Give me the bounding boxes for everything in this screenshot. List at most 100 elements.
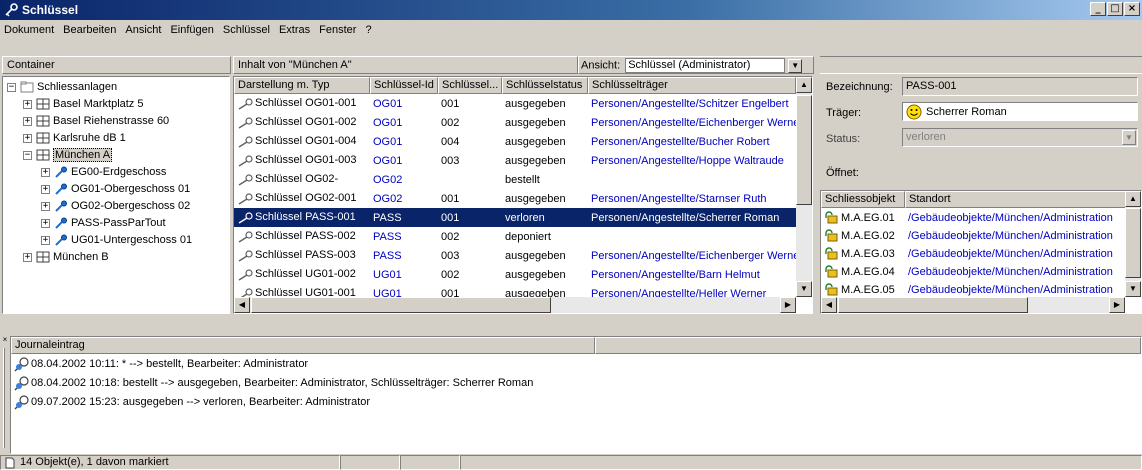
- object-row[interactable]: M.A.EG.04/Gebäudeobjekte/München/Adminis…: [821, 262, 1125, 281]
- menu-fenster[interactable]: Fenster: [319, 24, 356, 36]
- scroll-down-icon[interactable]: ▼: [1125, 281, 1141, 297]
- column-header-schliessobjekt[interactable]: Schliessobjekt: [821, 191, 905, 208]
- column-header-traeger[interactable]: Schlüsselträger: [588, 77, 796, 94]
- key-blue-icon: [55, 234, 67, 246]
- menu-dokument[interactable]: Dokument: [4, 24, 54, 36]
- cell-standort: /Gebäudeobjekte/München/Administration: [908, 247, 1113, 260]
- scroll-left-icon[interactable]: ◀: [234, 297, 250, 313]
- building-icon: [36, 149, 50, 161]
- scroll-up-icon[interactable]: ▲: [1125, 191, 1141, 207]
- expand-icon[interactable]: +: [41, 167, 50, 177]
- tree-item-ug01[interactable]: + UG01-Untergeschoss 01: [41, 232, 192, 248]
- column-header-standort[interactable]: Standort: [905, 191, 1127, 208]
- maximize-button[interactable]: □: [1107, 2, 1123, 16]
- table-row[interactable]: Schlüssel PASS-002 PASS 002 deponiert: [234, 227, 796, 246]
- table-row[interactable]: Schlüssel OG01-003 OG01 003 ausgegeben Perso…: [234, 151, 796, 170]
- chevron-down-icon[interactable]: ▼: [1122, 130, 1136, 145]
- table-row[interactable]: Schlüssel OG02-001 OG02 001 ausgegeben Perso…: [234, 189, 796, 208]
- cell-darstellung: Schlüssel OG01-004: [234, 135, 370, 147]
- expand-icon[interactable]: +: [23, 252, 32, 262]
- bezeichnung-field[interactable]: PASS-001: [902, 77, 1138, 96]
- column-header-schluessel-nr[interactable]: Schlüssel...: [438, 77, 502, 94]
- cell-schluessel-id: OG02: [373, 192, 403, 205]
- traeger-field[interactable]: Scherrer Roman: [902, 102, 1138, 121]
- building-icon: [36, 251, 50, 263]
- column-header-status[interactable]: Schlüsselstatus: [502, 77, 588, 94]
- tree-item-pass[interactable]: + PASS-PassParTout: [41, 215, 166, 231]
- table-row[interactable]: Schlüssel OG01-002 OG01 002 ausgegeben Perso…: [234, 113, 796, 132]
- collapse-icon[interactable]: −: [7, 82, 16, 92]
- cell-traeger: Personen/Angestellte/Eichenberger Werner: [591, 116, 796, 129]
- cell-status: ausgegeben: [505, 249, 566, 262]
- tree-item-karlsruhe[interactable]: + Karlsruhe dB 1: [23, 130, 126, 146]
- view-select[interactable]: Schlüssel (Administrator): [625, 58, 786, 73]
- objects-vscroll-thumb[interactable]: [1125, 208, 1141, 278]
- expand-icon[interactable]: +: [23, 133, 32, 143]
- table-row[interactable]: Schlüssel OG01-001 OG01 001 ausgegeben Perso…: [234, 94, 796, 113]
- objects-hscroll[interactable]: ◀ ▶: [821, 297, 1125, 313]
- expand-icon[interactable]: +: [41, 235, 50, 245]
- table-vscroll[interactable]: ▲ ▼: [796, 77, 812, 297]
- menu-bearbeiten[interactable]: Bearbeiten: [63, 24, 116, 36]
- journal-entry[interactable]: 08.04.2002 10:11: * --> bestellt, Bearbe…: [13, 355, 308, 373]
- tree-item-muenchen-a[interactable]: − München A: [23, 147, 113, 163]
- menu-schluessel[interactable]: Schlüssel: [223, 24, 270, 36]
- table-row[interactable]: Schlüssel PASS-001 PASS 001 verloren Persone…: [234, 208, 796, 227]
- key-name: Schlüssel OG01-003: [255, 154, 357, 167]
- menu-help[interactable]: ?: [365, 24, 371, 36]
- table-hscroll-thumb[interactable]: [251, 297, 551, 313]
- status-field[interactable]: verloren ▼: [902, 128, 1138, 147]
- table-row[interactable]: Schlüssel OG01-004 OG01 004 ausgegeben Perso…: [234, 132, 796, 151]
- tree-item-basel-riehenstrasse[interactable]: + Basel Riehenstrasse 60: [23, 113, 169, 129]
- table-row[interactable]: Schlüssel UG01-002 UG01 002 ausgegeben Perso…: [234, 265, 796, 284]
- traeger-label: Träger:: [826, 107, 862, 119]
- menu-ansicht[interactable]: Ansicht: [125, 24, 161, 36]
- close-icon[interactable]: ×: [1, 336, 9, 344]
- door-lock-icon: [825, 229, 838, 242]
- scroll-up-icon[interactable]: ▲: [796, 77, 812, 93]
- chevron-down-icon[interactable]: ▼: [788, 58, 803, 73]
- journal-handle: ×: [0, 334, 10, 454]
- menu-einfuegen[interactable]: Einfügen: [170, 24, 213, 36]
- objects-vscroll[interactable]: ▲ ▼: [1125, 191, 1141, 297]
- scroll-down-icon[interactable]: ▼: [796, 281, 812, 297]
- tree-item-og02[interactable]: + OG02-Obergeschoss 02: [41, 198, 190, 214]
- cell-schluessel-id: PASS: [373, 211, 402, 224]
- object-row[interactable]: M.A.EG.01/Gebäudeobjekte/München/Adminis…: [821, 208, 1125, 227]
- objects-hscroll-thumb[interactable]: [838, 297, 1028, 313]
- column-header-schluessel-id[interactable]: Schlüssel-Id: [370, 77, 438, 94]
- table-hscroll[interactable]: ◀ ▶: [234, 297, 796, 313]
- scroll-right-icon[interactable]: ▶: [780, 297, 796, 313]
- table-vscroll-thumb[interactable]: [796, 95, 812, 205]
- expand-icon[interactable]: +: [41, 201, 50, 211]
- table-row[interactable]: Schlüssel OG02- OG02 bestellt: [234, 170, 796, 189]
- object-row[interactable]: M.A.EG.03/Gebäudeobjekte/München/Adminis…: [821, 244, 1125, 263]
- tree-item-schliessanlagen[interactable]: − Schliessanlagen: [7, 79, 117, 95]
- key-icon: [238, 97, 253, 110]
- expand-icon[interactable]: +: [41, 218, 50, 228]
- column-header-darstellung[interactable]: Darstellung m. Typ: [234, 77, 370, 94]
- collapse-icon[interactable]: −: [23, 150, 32, 160]
- minimize-button[interactable]: _: [1090, 2, 1106, 16]
- cell-status: ausgegeben: [505, 192, 566, 205]
- door-lock-icon: [825, 283, 838, 296]
- expand-icon[interactable]: +: [23, 116, 32, 126]
- key-name: Schlüssel PASS-002: [255, 230, 356, 243]
- table-row[interactable]: Schlüssel PASS-003 PASS 003 ausgegeben Perso…: [234, 246, 796, 265]
- container-tree: − Schliessanlagen + Basel Marktplatz 5 +…: [2, 76, 230, 314]
- scroll-right-icon[interactable]: ▶: [1109, 297, 1125, 313]
- tree-item-muenchen-b[interactable]: + München B: [23, 249, 109, 265]
- column-header-journaleintrag[interactable]: Journaleintrag: [11, 337, 595, 354]
- close-button[interactable]: ×: [1124, 2, 1140, 16]
- menu-extras[interactable]: Extras: [279, 24, 310, 36]
- expand-icon[interactable]: +: [41, 184, 50, 194]
- view-selector-bar: Ansicht: Schlüssel (Administrator) ▼: [578, 56, 814, 74]
- scroll-left-icon[interactable]: ◀: [821, 297, 837, 313]
- expand-icon[interactable]: +: [23, 99, 32, 109]
- object-row[interactable]: M.A.EG.02/Gebäudeobjekte/München/Adminis…: [821, 226, 1125, 245]
- tree-item-eg00[interactable]: + EG00-Erdgeschoss: [41, 164, 166, 180]
- tree-item-basel-marktplatz[interactable]: + Basel Marktplatz 5: [23, 96, 143, 112]
- journal-entry[interactable]: 08.04.2002 10:18: bestellt --> ausgegebe…: [13, 374, 533, 392]
- journal-entry[interactable]: 09.07.2002 15:23: ausgegeben --> verlore…: [13, 393, 370, 411]
- tree-item-og01[interactable]: + OG01-Obergeschoss 01: [41, 181, 190, 197]
